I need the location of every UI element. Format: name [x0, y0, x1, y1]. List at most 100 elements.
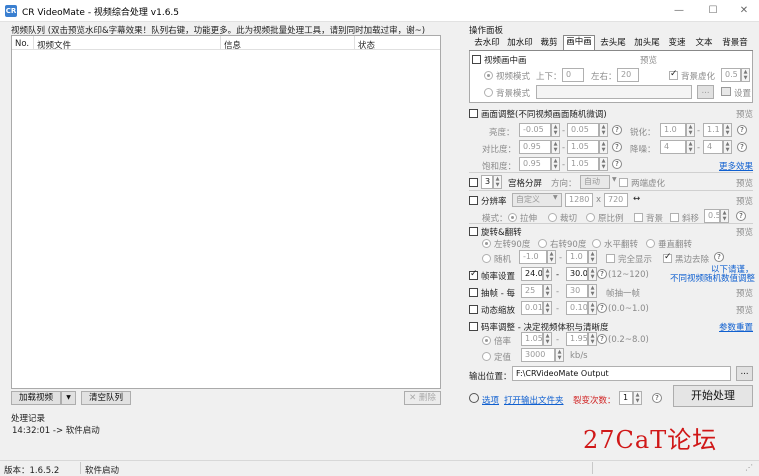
bitrate-fixed-spinner[interactable]: ▲ ▼ [555, 348, 564, 362]
adjust-preview-link[interactable]: 预览 [736, 108, 753, 120]
pip-bg-blur-input[interactable]: 0.5 [721, 68, 741, 82]
zoom-max-input[interactable]: 0.10 [566, 301, 588, 315]
framerate-max-spinner[interactable]: ▲ ▼ [588, 267, 597, 281]
saturation-max-input[interactable]: 1.05 [567, 157, 599, 171]
queue-table[interactable] [11, 35, 441, 389]
extract-checkbox[interactable] [469, 288, 478, 297]
pip-preview-link[interactable]: 预览 [640, 54, 657, 66]
sharpen-max-input[interactable]: 1.1 [703, 123, 723, 137]
maximize-button[interactable]: ☐ [697, 0, 729, 22]
extract-preview-link[interactable]: 预览 [736, 287, 753, 299]
random-min-spinner[interactable]: ▲ ▼ [547, 250, 556, 264]
framerate-checkbox[interactable] [469, 269, 478, 280]
clear-queue-button[interactable]: 清空队列 [81, 391, 131, 405]
resolution-preview-link[interactable]: 预览 [736, 195, 753, 207]
random-radio[interactable] [482, 254, 491, 263]
bg-checkbox[interactable] [634, 213, 643, 222]
extract-max-spinner[interactable]: ▲ ▼ [588, 284, 597, 298]
split-count-spinner[interactable]: ▲ ▼ [633, 391, 642, 405]
col-status[interactable]: 状态 [358, 39, 375, 51]
adjust-checkbox[interactable] [469, 109, 478, 118]
framerate-min-spinner[interactable]: ▲ ▼ [543, 267, 552, 281]
pip-bg-blur-spinner[interactable]: ▲ ▼ [741, 68, 750, 82]
stretch-radio[interactable] [508, 213, 517, 222]
grid-direction-select[interactable]: 自动 [580, 175, 610, 189]
help-icon[interactable]: ? [737, 142, 747, 152]
framerate-max-input[interactable]: 30.0 [566, 267, 588, 281]
tab-bgm[interactable]: 背景音 [719, 37, 751, 50]
resolution-height-input[interactable]: 720 [604, 193, 628, 207]
pip-video-mode-radio[interactable] [484, 71, 493, 80]
more-effects-link[interactable]: 更多效果 [719, 160, 753, 172]
brightness-max-input[interactable]: 0.05 [567, 123, 599, 137]
left90-radio[interactable] [482, 239, 491, 248]
random-min-input[interactable]: -1.0 [519, 250, 547, 264]
sharpen-max-spinner[interactable]: ▲ ▼ [723, 123, 732, 137]
ratio-radio[interactable] [586, 213, 595, 222]
crop-radio[interactable] [548, 213, 557, 222]
hflip-radio[interactable] [592, 239, 601, 248]
delete-button[interactable]: ✕ 删除 [404, 391, 441, 405]
contrast-max-input[interactable]: 1.05 [567, 140, 599, 154]
vflip-radio[interactable] [646, 239, 655, 248]
resolution-checkbox[interactable] [469, 196, 478, 205]
pip-bg-mode-radio[interactable] [484, 88, 493, 97]
split-count-input[interactable]: 1 [619, 391, 633, 405]
extract-max-input[interactable]: 30 [566, 284, 588, 298]
start-processing-button[interactable]: 开始处理 [673, 385, 753, 407]
saturation-max-spinner[interactable]: ▲ ▼ [599, 157, 608, 171]
rotate-checkbox[interactable] [469, 227, 478, 236]
grid-count-input[interactable]: 3 [481, 175, 493, 189]
framerate-min-input[interactable]: 24.0 [521, 267, 543, 281]
help-icon[interactable]: ? [737, 125, 747, 135]
sharpen-min-input[interactable]: 1.0 [660, 123, 686, 137]
help-icon[interactable]: ? [612, 142, 622, 152]
denoise-max-spinner[interactable]: ▲ ▼ [723, 140, 732, 154]
help-icon[interactable]: ? [612, 159, 622, 169]
tilt-checkbox[interactable] [670, 213, 679, 222]
brightness-min-input[interactable]: -0.05 [519, 123, 551, 137]
zoom-preview-link[interactable]: 预览 [736, 304, 753, 316]
pip-leftright-input[interactable]: 20 [617, 68, 639, 82]
reset-params-link[interactable]: 参数重置 [719, 321, 753, 333]
right90-radio[interactable] [538, 239, 547, 248]
pip-settings-label[interactable]: 设置 [734, 87, 751, 99]
tab-speed[interactable]: 变速 [665, 37, 689, 50]
brightness-min-spinner[interactable]: ▲ ▼ [551, 123, 560, 137]
extract-min-spinner[interactable]: ▲ ▼ [543, 284, 552, 298]
sharpen-min-spinner[interactable]: ▲ ▼ [686, 123, 695, 137]
load-video-button[interactable]: 加载视频 [11, 391, 61, 405]
bitrate-max-spinner[interactable]: ▲ ▼ [588, 332, 597, 346]
options-link[interactable]: 选项 [482, 394, 499, 406]
tab-text[interactable]: 文本 [692, 37, 716, 50]
zoom-checkbox[interactable] [469, 305, 478, 314]
saturation-min-input[interactable]: 0.95 [519, 157, 551, 171]
denoise-max-input[interactable]: 4 [703, 140, 723, 154]
full-display-checkbox[interactable] [606, 254, 615, 263]
extract-min-input[interactable]: 25 [521, 284, 543, 298]
close-button[interactable]: ✕ [728, 0, 759, 22]
chevron-down-icon[interactable]: ▼ [553, 194, 558, 201]
pip-bg-browse-button[interactable]: ... [697, 85, 714, 99]
gear-icon[interactable] [469, 393, 479, 403]
col-info[interactable]: 信息 [224, 39, 241, 51]
help-icon[interactable]: ? [652, 393, 662, 403]
col-file[interactable]: 视频文件 [37, 39, 71, 51]
bitrate-fixed-input[interactable]: 3000 [521, 348, 555, 362]
grid-checkbox[interactable] [469, 178, 478, 187]
brightness-max-spinner[interactable]: ▲ ▼ [599, 123, 608, 137]
contrast-max-spinner[interactable]: ▲ ▼ [599, 140, 608, 154]
contrast-min-input[interactable]: 0.95 [519, 140, 551, 154]
output-browse-button[interactable]: ... [736, 366, 753, 381]
tab-add-watermark[interactable]: 加水印 [504, 37, 536, 50]
grid-preview-link[interactable]: 预览 [736, 177, 753, 189]
saturation-min-spinner[interactable]: ▲ ▼ [551, 157, 560, 171]
resolution-width-input[interactable]: 1280 [565, 193, 593, 207]
minimize-button[interactable]: — [663, 0, 695, 22]
zoom-min-input[interactable]: 0.01 [521, 301, 543, 315]
tab-remove-watermark[interactable]: 去水印 [471, 37, 503, 50]
tab-pip[interactable]: 画中画 [563, 35, 595, 50]
bitrate-fixed-radio[interactable] [482, 352, 491, 361]
help-icon[interactable]: ? [597, 269, 607, 279]
grid-blur-checkbox[interactable] [619, 178, 628, 187]
